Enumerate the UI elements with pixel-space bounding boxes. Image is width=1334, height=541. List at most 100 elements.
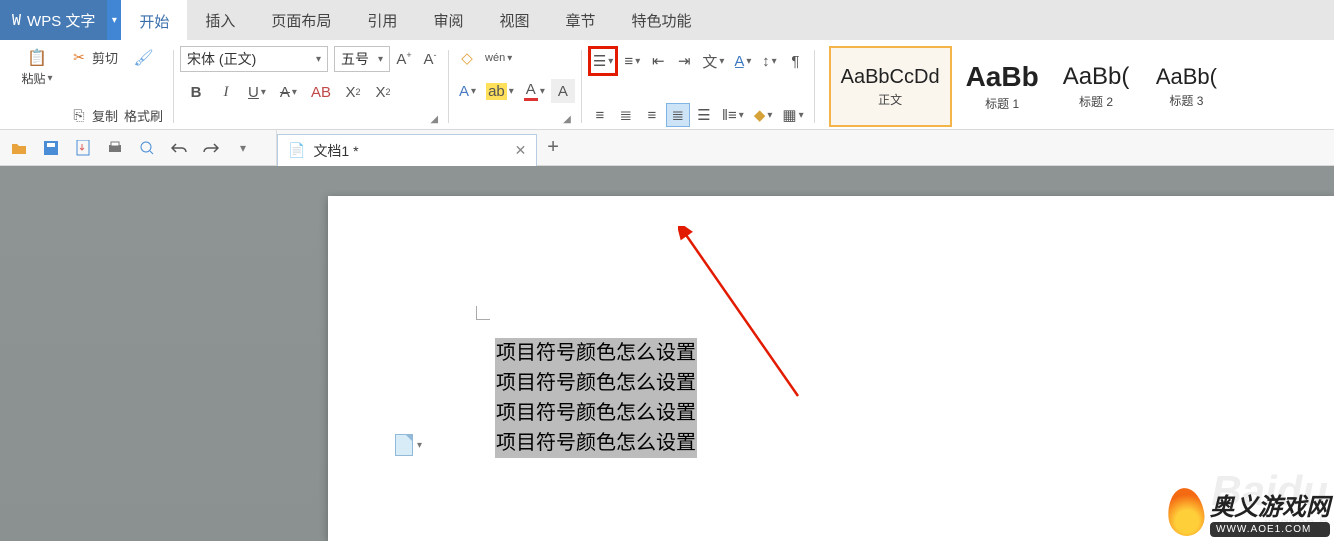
workspace: 项目符号颜色怎么设置 项目符号颜色怎么设置 项目符号颜色怎么设置 项目符号颜色怎…	[0, 166, 1334, 541]
text-line[interactable]: 项目符号颜色怎么设置	[495, 368, 697, 398]
align-right-button[interactable]: ≡	[640, 103, 664, 127]
tab-view[interactable]: 视图	[481, 0, 547, 40]
ruler-indent-marker[interactable]	[476, 306, 490, 320]
subscript-button[interactable]: X2	[371, 80, 395, 104]
clear-format-button[interactable]: ◇	[455, 46, 479, 70]
scissors-icon: ✂	[70, 49, 88, 67]
app-menu-dropdown[interactable]: ▾	[107, 0, 121, 40]
highlight-button[interactable]: ab▾	[482, 79, 518, 103]
align-center-button[interactable]: ≣	[614, 103, 638, 127]
corner-logo: 奥义游戏网 WWW.AOE1.COM	[1168, 487, 1330, 537]
numbered-list-button[interactable]: ≡▾	[620, 49, 644, 73]
align-justify-button[interactable]: ≣	[666, 103, 690, 127]
emphasis-button[interactable]: AB	[307, 80, 335, 104]
numbered-list-icon: ≡	[624, 53, 633, 70]
group-clipboard: 📋 粘贴 ▾	[8, 46, 66, 127]
new-tab-button[interactable]: +	[537, 130, 569, 165]
line-spacing-button[interactable]: ‖≡▾	[718, 103, 748, 127]
chevron-down-icon: ▾	[417, 440, 422, 451]
chevron-down-icon: ▾	[316, 54, 321, 65]
chevron-down-icon: ▾	[47, 73, 52, 84]
redo-button[interactable]	[202, 139, 220, 157]
document-arrow-icon	[76, 140, 90, 156]
save-icon	[44, 141, 58, 155]
style-heading2[interactable]: AaBb( 标题 2	[1053, 46, 1140, 127]
tab-start[interactable]: 开始	[121, 0, 187, 40]
close-tab-button[interactable]: ✕	[515, 142, 527, 159]
tab-references[interactable]: 引用	[349, 0, 415, 40]
document-content[interactable]: 项目符号颜色怎么设置 项目符号颜色怎么设置 项目符号颜色怎么设置 项目符号颜色怎…	[495, 338, 697, 458]
superscript-button[interactable]: X2	[341, 80, 365, 104]
style-sample: AaBb(	[1063, 63, 1130, 91]
font-group-expander[interactable]: ◢	[426, 112, 442, 127]
bold-button[interactable]: B	[184, 80, 208, 104]
underline-button[interactable]: U▾	[244, 80, 270, 104]
decrease-font-icon: A-	[424, 50, 437, 68]
clipboard-icon: 📋	[27, 48, 47, 68]
tab-special[interactable]: 特色功能	[613, 0, 709, 40]
font-color-button[interactable]: A▾	[520, 79, 549, 103]
text-effect-expander[interactable]: ◢	[559, 112, 575, 127]
text-line[interactable]: 项目符号颜色怎么设置	[495, 428, 697, 458]
strikethrough-button[interactable]: A▾	[276, 80, 301, 104]
font-family-select[interactable]: 宋体 (正文) ▾	[180, 46, 328, 72]
decrease-font-button[interactable]: A-	[418, 47, 442, 71]
style-normal[interactable]: AaBbCcDd 正文	[829, 46, 952, 127]
redo-icon	[203, 142, 219, 154]
navigation-flag[interactable]: ▾	[395, 434, 422, 456]
text-line[interactable]: 项目符号颜色怎么设置	[495, 338, 697, 368]
separator	[814, 50, 815, 123]
print-preview-button[interactable]	[138, 139, 156, 157]
align-distribute-icon: A̲	[734, 53, 744, 70]
show-marks-button[interactable]: ¶	[783, 49, 807, 73]
text-direction-button[interactable]: 文▾	[698, 49, 728, 73]
format-painter-button[interactable]: 🖌	[120, 46, 167, 70]
copy-button[interactable]: ⎘ 复制	[66, 104, 122, 127]
save-button[interactable]	[42, 139, 60, 157]
italic-button[interactable]: I	[214, 80, 238, 104]
group-styles: AaBbCcDd 正文 AaBb 标题 1 AaBb( 标题 2 AaBb( 标…	[829, 46, 1230, 127]
tab-page-layout[interactable]: 页面布局	[253, 0, 349, 40]
increase-font-button[interactable]: A+	[392, 47, 416, 71]
bullet-list-button[interactable]: ☰▾	[588, 46, 618, 76]
print-button[interactable]	[106, 139, 124, 157]
text-direction-icon: 文	[702, 51, 717, 72]
format-painter-label-row: 格式刷	[120, 104, 167, 127]
open-button[interactable]	[10, 139, 28, 157]
phonetic-guide-button[interactable]: wén▾	[481, 46, 516, 70]
increase-font-icon: A+	[396, 50, 411, 68]
document-tab-strip: 📄 文档1 * ✕ +	[276, 130, 569, 165]
tab-review[interactable]: 审阅	[415, 0, 481, 40]
decrease-indent-button[interactable]: ⇤	[646, 49, 670, 73]
text-effect-button[interactable]: A▾	[455, 79, 480, 103]
align-left-button[interactable]: ≡	[588, 103, 612, 127]
quick-more-button[interactable]: ▾	[234, 139, 252, 157]
font-size-select[interactable]: 五号 ▾	[334, 46, 390, 72]
style-heading3[interactable]: AaBb( 标题 3	[1143, 46, 1229, 127]
export-pdf-button[interactable]	[74, 139, 92, 157]
separator	[448, 50, 449, 123]
align-distribute-button[interactable]: A̲▾	[730, 49, 755, 73]
text-line[interactable]: 项目符号颜色怎么设置	[495, 398, 697, 428]
distribute-text-button[interactable]: ☰	[692, 103, 716, 127]
app-title: W WPS 文字	[0, 0, 107, 40]
style-heading1[interactable]: AaBb 标题 1	[956, 46, 1049, 127]
font-size-value: 五号	[341, 49, 369, 69]
char-shading-button[interactable]: A	[551, 79, 575, 103]
tab-sections[interactable]: 章节	[547, 0, 613, 40]
tab-insert[interactable]: 插入	[187, 0, 253, 40]
cut-button[interactable]: ✂ 剪切	[66, 46, 122, 69]
ribbon: 📋 粘贴 ▾ ✂ 剪切 ⎘ 复制 🖌 格式刷 宋	[0, 40, 1334, 130]
corner-title: 奥义游戏网	[1210, 487, 1330, 522]
increase-indent-button[interactable]: ⇥	[672, 49, 696, 73]
undo-button[interactable]	[170, 139, 188, 157]
style-sample: AaBb(	[1156, 64, 1217, 90]
paste-button[interactable]: 📋 粘贴 ▾	[8, 46, 66, 89]
borders-button[interactable]: ▦▾	[778, 103, 807, 127]
bullet-list-icon: ☰	[593, 52, 606, 70]
shading-button[interactable]: ◆▾	[750, 103, 777, 127]
sort-button[interactable]: ↕▾	[757, 49, 781, 73]
document-tab[interactable]: 📄 文档1 * ✕	[277, 134, 537, 166]
paintbrush-icon: 🖌	[134, 48, 154, 68]
copy-icon: ⎘	[70, 107, 88, 125]
